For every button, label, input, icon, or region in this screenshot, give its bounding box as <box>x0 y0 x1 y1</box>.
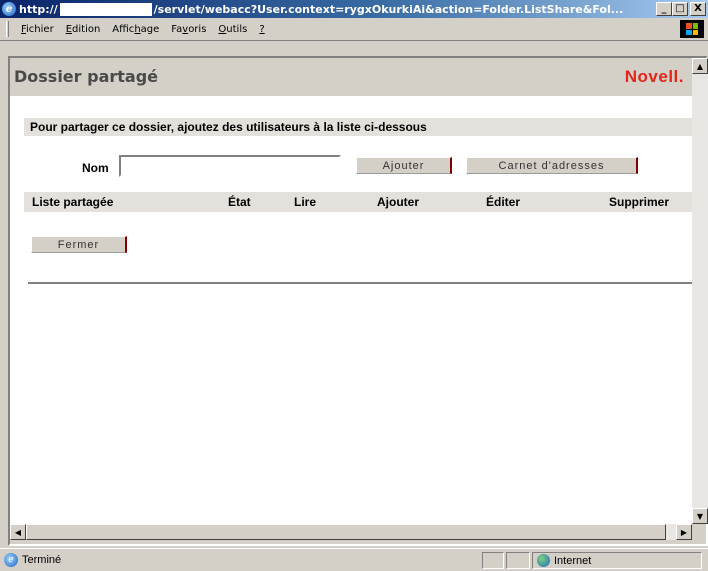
menu-help[interactable]: ? <box>253 24 270 35</box>
vertical-scrollbar[interactable]: ▲ ▼ <box>692 58 708 524</box>
menu-favoris[interactable]: Favoris <box>165 24 212 35</box>
carnet-adresses-button[interactable]: Carnet d'adresses <box>466 157 638 174</box>
zone-label: Internet <box>554 554 592 567</box>
page-header: Dossier partagé Novell. <box>10 58 692 96</box>
scroll-up-icon[interactable]: ▲ <box>692 58 708 74</box>
globe-icon <box>537 554 550 567</box>
menu-outils[interactable]: Outils <box>212 24 253 35</box>
column-header-editer: Éditer <box>486 195 521 209</box>
title-prefix: http:// <box>19 2 58 16</box>
column-header-etat: État <box>228 195 251 209</box>
close-button[interactable]: X <box>690 2 706 16</box>
share-table-header: Liste partagée État Lire Ajouter Éditer … <box>24 192 692 212</box>
nom-label: Nom <box>82 161 109 175</box>
redacted-host <box>59 2 152 16</box>
horizontal-scrollbar[interactable]: ◀ ▶ <box>10 524 692 540</box>
window-controls: _ □ X <box>656 2 706 16</box>
window-title-bar[interactable]: e http:// /servlet/webacc?User.context=r… <box>0 0 708 18</box>
windows-logo-icon <box>680 20 704 38</box>
scroll-left-icon[interactable]: ◀ <box>10 524 26 540</box>
nom-input[interactable] <box>119 155 341 177</box>
menu-edition[interactable]: Edition <box>60 24 107 35</box>
title-suffix: /servlet/webacc?User.context=rygxOkurkiA… <box>153 2 624 16</box>
column-header-ajouter: Ajouter <box>377 195 419 209</box>
menu-bar: Fichier Edition Affichage Favoris Outils… <box>0 18 708 41</box>
status-text: Terminé <box>22 554 62 566</box>
minimize-button[interactable]: _ <box>656 2 672 16</box>
column-header-supprimer: Supprimer <box>609 195 670 209</box>
toolbar-grip[interactable] <box>6 21 9 37</box>
page-title: Dossier partagé <box>14 67 159 86</box>
divider <box>28 282 692 284</box>
status-bar: e Terminé Internet <box>0 548 708 571</box>
status-pane-2 <box>506 552 530 569</box>
column-header-liste: Liste partagée <box>32 195 114 209</box>
novell-logo: Novell. <box>624 67 684 86</box>
scroll-down-icon[interactable]: ▼ <box>692 508 708 524</box>
horizontal-scroll-thumb[interactable] <box>26 524 666 540</box>
maximize-button[interactable]: □ <box>672 2 688 16</box>
menu-fichier[interactable]: Fichier <box>15 24 60 35</box>
menu-affichage[interactable]: Affichage <box>106 24 165 35</box>
status-pane-1 <box>482 552 504 569</box>
page-viewport: Dossier partagé Novell. Pour partager ce… <box>10 58 692 524</box>
fermer-button[interactable]: Fermer <box>31 236 127 253</box>
scroll-right-icon[interactable]: ▶ <box>676 524 692 540</box>
page-done-icon: e <box>4 553 18 567</box>
security-zone: Internet <box>532 552 702 569</box>
ie-icon: e <box>2 2 16 16</box>
ajouter-button[interactable]: Ajouter <box>356 157 452 174</box>
instructions-text: Pour partager ce dossier, ajoutez des ut… <box>24 118 692 136</box>
column-header-lire: Lire <box>294 195 317 209</box>
